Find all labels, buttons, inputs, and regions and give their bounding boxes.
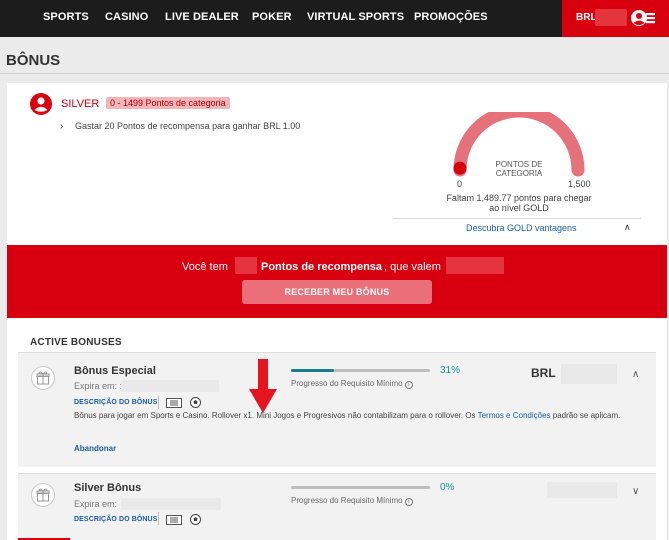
- divider: [158, 396, 159, 409]
- banner-text-bold: Pontos de recompensa: [261, 261, 383, 273]
- balance-currency: BRL: [576, 12, 597, 23]
- gauge-max: 1,500: [568, 179, 591, 189]
- rollover-progress-fill: [291, 369, 335, 372]
- rollover-progress-bar: [291, 486, 430, 489]
- level-name: SILVER: [61, 98, 100, 110]
- avatar-icon: [30, 93, 52, 115]
- terms-link[interactable]: Termos e Condições: [478, 411, 551, 420]
- divider: [158, 512, 159, 525]
- bonus-description-link[interactable]: DESCRIÇÃO DO BÔNUS: [74, 516, 157, 523]
- gauge-min: 0: [457, 179, 463, 189]
- bonus-description-link[interactable]: DESCRIÇÃO DO BÔNUS: [74, 399, 157, 406]
- ticket-icon: [166, 398, 182, 408]
- rollover-percent: 0%: [440, 482, 455, 493]
- bonus-description-end: padrão se aplicam.: [552, 411, 621, 420]
- banner-text-pre: Você tem: [182, 261, 228, 273]
- gift-icon: [31, 366, 55, 390]
- progress-label-wrap: Progresso do Requisito Mínimo i: [291, 496, 413, 506]
- bonus-description: Bônus para jogar em Sports e Casino. Rol…: [74, 410, 644, 421]
- nav-virtual-sports[interactable]: VIRTUAL SPORTS: [307, 11, 404, 23]
- chevron-up-icon[interactable]: ∧: [624, 222, 631, 233]
- bonus-expiry-label: Expira em:: [74, 499, 118, 509]
- nav-live-dealer[interactable]: LIVE DEALER: [165, 11, 239, 23]
- masked-amount: [547, 482, 617, 498]
- nav-casino[interactable]: CASINO: [105, 11, 148, 23]
- title-divider: [0, 73, 669, 74]
- bonus-name: Silver Bônus: [74, 482, 142, 494]
- rollover-label: Progresso do Requisito Mínimo: [291, 496, 403, 505]
- chevron-right-icon[interactable]: ›: [60, 121, 63, 132]
- points-remaining: Faltam 1,489.77 pontos para chegar ao ní…: [446, 193, 592, 213]
- nav-sports[interactable]: SPORTS: [43, 11, 89, 23]
- rollover-percent: 31%: [440, 365, 461, 376]
- masked-balance: [595, 9, 627, 26]
- red-down-arrow: [249, 359, 277, 413]
- abandon-bonus-link[interactable]: Abandonar: [74, 444, 116, 453]
- info-icon[interactable]: i: [404, 498, 413, 506]
- claim-bonus-button[interactable]: RECEBER MEU BÔNUS: [242, 280, 432, 304]
- gold-benefits-link[interactable]: Descubra GOLD vantagens: [466, 223, 577, 233]
- masked-points: [235, 257, 257, 274]
- nav-poker[interactable]: POKER: [252, 11, 292, 23]
- level-range-badge: 0 - 1499 Pontos de categoria: [106, 97, 230, 109]
- bonus-name: Bônus Especial: [74, 365, 156, 377]
- redeem-hint: Gastar 20 Pontos de recompensa para ganh…: [75, 121, 301, 131]
- soccer-ball-icon: [190, 514, 201, 525]
- soccer-ball-icon: [190, 397, 201, 408]
- active-bonuses-title: ACTIVE BONUSES: [30, 337, 122, 348]
- top-navigation: SPORTS CASINO LIVE DEALER POKER VIRTUAL …: [0, 0, 669, 37]
- account-area[interactable]: BRL: [562, 0, 669, 37]
- banner-text-post: , que valem: [384, 261, 441, 273]
- rollover-progress-bar: [291, 369, 430, 372]
- masked-expiry: [121, 380, 219, 392]
- user-menu-icon[interactable]: [630, 7, 656, 29]
- gauge-marker: [453, 161, 467, 175]
- masked-amount: [561, 364, 617, 384]
- ticket-icon: [166, 515, 182, 525]
- bonus-expiry-label: Expira em: :: [74, 381, 123, 391]
- nav-promocoes[interactable]: PROMOÇÕES: [414, 11, 488, 23]
- masked-value: [446, 257, 504, 274]
- masked-expiry: [121, 498, 221, 510]
- page-title: BÔNUS: [6, 52, 61, 69]
- gauge-divider: [393, 218, 641, 219]
- rollover-label: Progresso do Requisito Mínimo: [291, 379, 403, 388]
- gift-icon: [31, 483, 55, 507]
- info-icon[interactable]: i: [404, 381, 413, 389]
- chevron-down-icon[interactable]: ∨: [632, 486, 639, 497]
- bonus-currency: BRL: [531, 366, 556, 380]
- gauge-title: PONTOS DE CATEGORIA: [495, 160, 543, 178]
- chevron-up-icon[interactable]: ∧: [632, 369, 639, 380]
- progress-label-wrap: Progresso do Requisito Mínimo i: [291, 379, 413, 389]
